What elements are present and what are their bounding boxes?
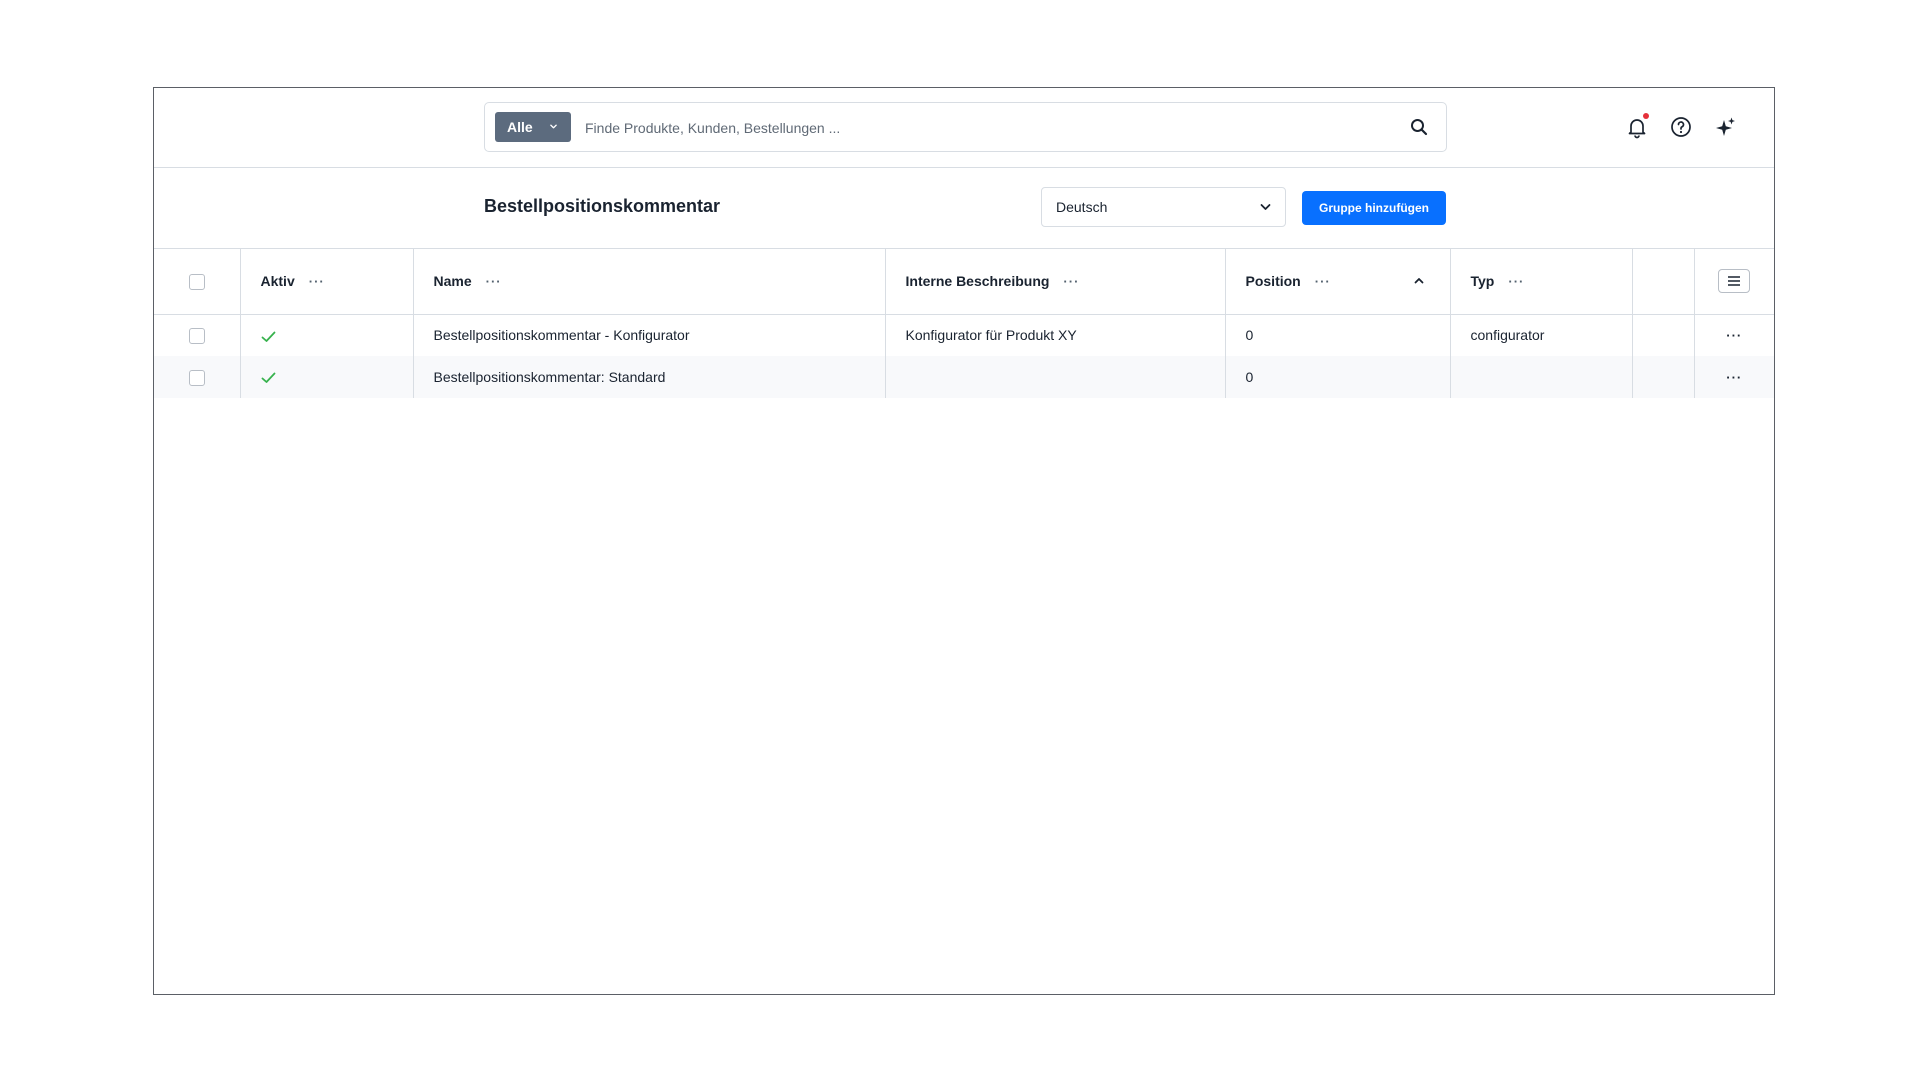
app-window: Alle Bestellpositionsk [153, 87, 1775, 995]
cell-position: 0 [1225, 314, 1451, 356]
search-type-label: Alle [507, 119, 533, 135]
column-settings-button[interactable] [1718, 269, 1751, 294]
column-menu-active[interactable]: ··· [309, 274, 325, 289]
table-row[interactable]: Bestellpositionskommentar: Standard 0 ··… [154, 356, 1774, 398]
page-title: Bestellpositionskommentar [484, 196, 721, 216]
sort-asc-icon[interactable] [1414, 277, 1424, 284]
row-select-cell [154, 356, 241, 398]
cell-spacer [1632, 314, 1695, 356]
language-select-value: Deutsch [1056, 199, 1108, 215]
row-select-cell [154, 314, 241, 356]
notification-dot [1643, 113, 1649, 119]
column-menu-name[interactable]: ··· [486, 274, 502, 289]
column-header-position[interactable]: Position ··· [1225, 249, 1451, 314]
sparkle-icon[interactable] [1714, 115, 1738, 139]
cell-description [885, 356, 1226, 398]
help-icon[interactable] [1669, 115, 1693, 139]
row-actions-button[interactable]: ··· [1694, 314, 1774, 356]
global-search: Alle [484, 102, 1447, 153]
cell-type: configurator [1450, 314, 1633, 356]
cell-name[interactable]: Bestellpositionskommentar: Standard [413, 356, 886, 398]
column-header-type[interactable]: Typ ··· [1450, 249, 1633, 314]
column-header-active[interactable]: Aktiv ··· [240, 249, 414, 314]
cell-name[interactable]: Bestellpositionskommentar - Konfigurator [413, 314, 886, 356]
column-header-spacer [1632, 249, 1695, 314]
column-menu-type[interactable]: ··· [1508, 274, 1524, 289]
column-header-name[interactable]: Name ··· [413, 249, 886, 314]
data-grid: Aktiv ··· Name ··· Interne Beschreibung ···… [154, 249, 1774, 398]
language-select[interactable]: Deutsch [1041, 187, 1286, 227]
column-menu-description[interactable]: ··· [1063, 274, 1079, 289]
top-bar: Alle [154, 88, 1774, 168]
chevron-down-icon [1260, 204, 1271, 210]
select-all-cell [154, 249, 241, 314]
chevron-down-icon [550, 124, 557, 129]
cell-spacer [1632, 356, 1695, 398]
column-header-description[interactable]: Interne Beschreibung ··· [885, 249, 1226, 314]
cell-description: Konfigurator für Produkt XY [885, 314, 1226, 356]
table-row[interactable]: Bestellpositionskommentar - Konfigurator… [154, 314, 1774, 356]
check-icon [261, 331, 275, 342]
cell-active [240, 314, 414, 356]
cell-active [240, 356, 414, 398]
cell-type [1450, 356, 1633, 398]
search-type-dropdown[interactable]: Alle [495, 112, 571, 142]
add-group-button[interactable]: Gruppe hinzufügen [1302, 191, 1446, 225]
check-icon [261, 372, 275, 384]
row-actions-button[interactable]: ··· [1694, 356, 1774, 398]
select-all-checkbox[interactable] [188, 273, 205, 290]
search-input[interactable] [583, 103, 1387, 153]
table-header-row: Aktiv ··· Name ··· Interne Beschreibung ···… [154, 249, 1774, 314]
search-icon[interactable] [1410, 118, 1428, 136]
row-checkbox[interactable] [188, 327, 205, 344]
column-menu-position[interactable]: ··· [1315, 274, 1331, 289]
column-settings-cell [1694, 249, 1774, 314]
row-checkbox[interactable] [188, 369, 205, 386]
list-menu-icon [1728, 276, 1741, 287]
cell-position: 0 [1225, 356, 1451, 398]
list-header: Bestellpositionskommentar Deutsch Gruppe… [154, 168, 1774, 249]
